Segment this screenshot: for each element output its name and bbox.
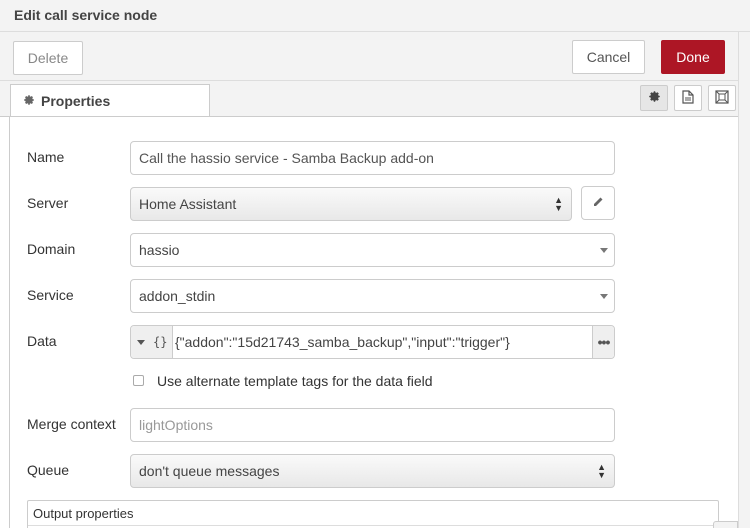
cancel-button[interactable]: Cancel	[572, 40, 645, 74]
data-input[interactable]: {"addon":"15d21743_samba_backup","input"…	[175, 334, 510, 350]
merge-context-input[interactable]: lightOptions	[130, 408, 615, 442]
output-properties-label: Output properties	[33, 506, 134, 521]
description-icon	[682, 89, 694, 107]
edit-server-button[interactable]	[581, 186, 615, 220]
name-label: Name	[27, 149, 65, 165]
chevron-down-icon	[600, 294, 608, 299]
select-arrows-icon: ▲ ▼	[554, 195, 563, 213]
server-label: Server	[27, 195, 69, 211]
service-label: Service	[27, 287, 74, 303]
data-typed-input: {} {"addon":"15d21743_samba_backup","inp…	[130, 325, 615, 359]
server-select[interactable]: Home Assistant ▲ ▼	[130, 187, 572, 221]
done-button[interactable]: Done	[661, 40, 725, 74]
dialog-title: Edit call service node	[0, 0, 750, 32]
chevron-down-icon	[600, 248, 608, 253]
queue-select[interactable]: don't queue messages ▲ ▼	[130, 454, 615, 488]
alt-template-checkbox[interactable]	[133, 375, 144, 386]
domain-label: Domain	[27, 241, 76, 257]
ellipsis-icon: •••	[597, 334, 611, 350]
tab-bar: Properties	[0, 81, 738, 118]
expand-editor-button[interactable]: •••	[592, 326, 614, 358]
tab-properties[interactable]: Properties	[10, 84, 210, 118]
pencil-icon	[592, 195, 604, 211]
chevron-down-icon	[137, 339, 145, 345]
queue-label: Queue	[27, 462, 70, 478]
service-select-value: addon_stdin	[139, 288, 216, 304]
name-input[interactable]: Call the hassio service - Samba Backup a…	[130, 141, 615, 175]
data-type-select[interactable]: {}	[131, 326, 173, 358]
delete-button[interactable]: Delete	[13, 41, 83, 75]
queue-select-value: don't queue messages	[139, 463, 280, 479]
resize-handle[interactable]	[713, 521, 738, 528]
domain-select[interactable]: hassio	[130, 233, 615, 267]
node-settings-tab-button[interactable]	[640, 85, 668, 111]
json-icon: {}	[153, 335, 168, 349]
output-properties-box: Output properties	[27, 500, 719, 528]
data-label: Data	[27, 333, 57, 349]
description-tab-button[interactable]	[674, 85, 702, 111]
alt-template-label: Use alternate template tags for the data…	[157, 373, 433, 389]
dialog-toolbar: Delete Cancel Done	[0, 32, 750, 81]
service-select[interactable]: addon_stdin	[130, 279, 615, 313]
output-properties-divider	[28, 525, 718, 526]
right-edge-panel	[738, 32, 750, 528]
select-arrows-icon: ▲ ▼	[597, 462, 606, 480]
gear-icon	[648, 90, 661, 106]
gear-icon	[23, 94, 35, 109]
appearance-icon	[715, 89, 729, 107]
merge-context-label: Merge context	[27, 416, 116, 432]
appearance-tab-button[interactable]	[708, 85, 736, 111]
server-select-value: Home Assistant	[139, 196, 237, 212]
tab-properties-label: Properties	[41, 93, 111, 109]
domain-select-value: hassio	[139, 242, 180, 258]
